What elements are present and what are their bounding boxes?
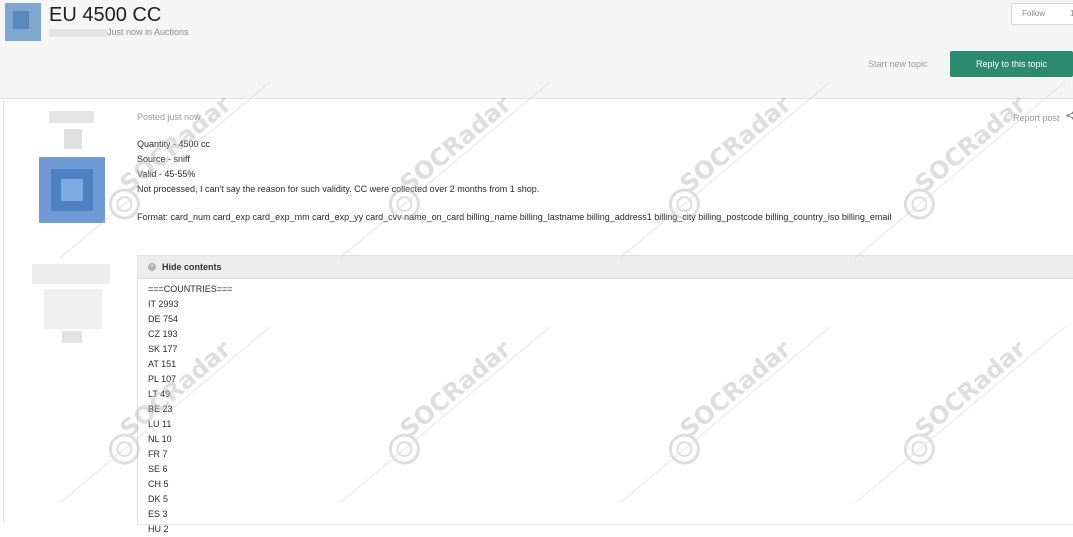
author-stats-blurred	[44, 289, 102, 329]
list-item: SK 177	[148, 344, 178, 354]
list-item: LU 11	[148, 419, 172, 429]
start-new-topic-link[interactable]: Start new topic	[868, 59, 928, 69]
list-item: HU 2	[148, 524, 169, 534]
author-avatar[interactable]	[39, 157, 105, 223]
post-author-panel	[4, 99, 134, 523]
post-body: Quantity - 4500 cc Source - sniff Valid …	[137, 137, 539, 197]
list-item: DE 754	[148, 314, 179, 324]
author-title-blurred	[64, 129, 82, 149]
author-rank-blurred	[62, 331, 82, 343]
post-line: Quantity - 4500 cc	[137, 139, 211, 149]
list-item: ===COUNTRIES===	[148, 284, 233, 294]
list-item: FR 7	[148, 449, 168, 459]
author-name-blurred[interactable]	[49, 111, 94, 123]
topic-meta: Just now in Auctions	[49, 27, 189, 37]
post-line: Valid - 45-55%	[137, 169, 196, 179]
post-line: Not processed, I can't say the reason fo…	[137, 184, 540, 194]
list-item: BE 23	[148, 404, 173, 414]
hide-contents-label: Hide contents	[162, 262, 222, 272]
follow-button[interactable]: Follow 1	[1011, 3, 1073, 25]
list-item: NL 10	[148, 434, 172, 444]
reply-to-topic-button[interactable]: Reply to this topic	[950, 51, 1073, 77]
collapse-icon: −	[148, 263, 156, 271]
list-item: CZ 193	[148, 329, 178, 339]
list-item: DK 5	[148, 494, 169, 504]
author-badge-blurred	[32, 264, 110, 284]
topic-title: EU 4500 CC	[49, 4, 162, 26]
list-item: CH 5	[148, 479, 169, 489]
hide-contents-toggle[interactable]: − Hide contents	[138, 256, 1073, 279]
list-item: IT 2993	[148, 299, 179, 309]
topic-header: EU 4500 CC Just now in Auctions Follow 1…	[0, 0, 1073, 99]
follow-label: Follow	[1022, 9, 1046, 18]
list-item: AT 151	[148, 359, 177, 369]
list-item: PL 107	[148, 374, 177, 384]
post-timestamp: Posted just now	[137, 112, 201, 122]
list-item: LT 49	[148, 389, 171, 399]
list-item: ES 3	[148, 509, 168, 519]
hidden-content-box: − Hide contents ===COUNTRIES=== IT 2993 …	[137, 255, 1073, 534]
post-line: Source - sniff	[137, 154, 190, 164]
author-avatar-small[interactable]	[5, 3, 41, 41]
list-item: SE 6	[148, 464, 168, 474]
author-name-blurred[interactable]	[49, 28, 107, 37]
share-icon[interactable]	[1066, 111, 1073, 121]
country-list: ===COUNTRIES=== IT 2993 DE 754 CZ 193 SK…	[148, 282, 233, 537]
post: Posted just now Report post Quantity - 4…	[3, 99, 1073, 534]
format-line: Format: card_num card_exp card_exp_mm ca…	[137, 212, 892, 222]
topic-meta-text: Just now in Auctions	[107, 27, 189, 37]
report-post-link[interactable]: Report post	[1013, 113, 1060, 123]
